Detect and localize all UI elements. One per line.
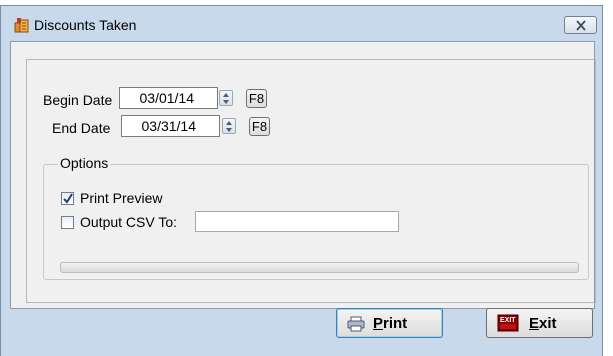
spin-down-icon bbox=[226, 128, 232, 132]
window-title: Discounts Taken bbox=[34, 17, 137, 33]
exit-button[interactable]: EXIT Exit bbox=[486, 308, 593, 338]
end-date-f8-button[interactable]: F8 bbox=[249, 117, 270, 136]
progress-bar bbox=[60, 262, 579, 273]
print-preview-label[interactable]: Print Preview bbox=[80, 190, 162, 206]
output-csv-path-input[interactable] bbox=[195, 211, 399, 232]
exit-sign-icon: EXIT bbox=[497, 314, 519, 336]
print-preview-checkbox[interactable] bbox=[61, 192, 74, 205]
printer-icon bbox=[347, 316, 365, 336]
spin-up-icon bbox=[223, 93, 229, 97]
end-date-field[interactable]: 03/31/14 bbox=[121, 115, 220, 137]
options-group-label: Options bbox=[58, 155, 111, 171]
svg-text:EXIT: EXIT bbox=[500, 317, 516, 324]
begin-date-spinner[interactable] bbox=[219, 90, 233, 106]
end-date-spinner[interactable] bbox=[222, 118, 236, 134]
checkmark-icon bbox=[63, 193, 73, 204]
begin-date-field[interactable]: 03/01/14 bbox=[119, 87, 218, 109]
spin-down-icon bbox=[223, 100, 229, 104]
close-icon bbox=[576, 20, 586, 31]
ledger-icon bbox=[14, 17, 30, 33]
begin-date-label: Begin Date bbox=[43, 92, 113, 108]
exit-button-label: Exit bbox=[529, 315, 557, 332]
output-csv-label[interactable]: Output CSV To: bbox=[80, 214, 177, 230]
end-date-label: End Date bbox=[52, 120, 111, 136]
title-bar[interactable]: Discounts Taken bbox=[1, 6, 602, 40]
spin-up-icon bbox=[226, 121, 232, 125]
print-button[interactable]: Print bbox=[336, 308, 443, 338]
print-button-label: Print bbox=[373, 315, 408, 332]
close-button[interactable] bbox=[564, 16, 597, 34]
begin-date-f8-button[interactable]: F8 bbox=[246, 89, 267, 108]
output-csv-checkbox[interactable] bbox=[61, 216, 74, 229]
